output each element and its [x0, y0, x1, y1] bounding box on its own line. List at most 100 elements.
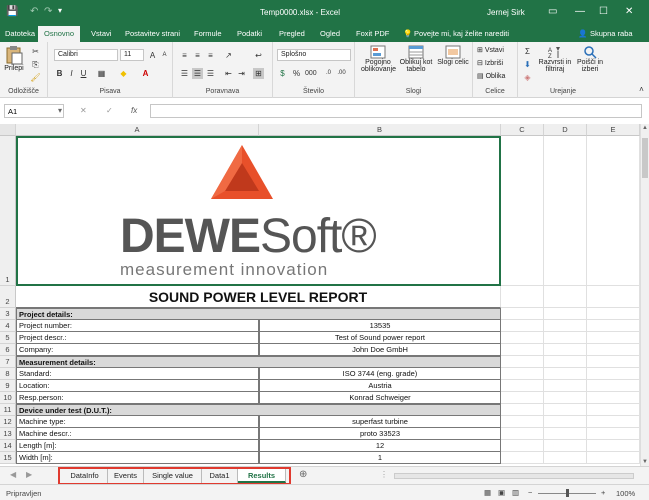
percent-icon[interactable]: %	[291, 68, 302, 79]
fill-color-icon[interactable]: ◆	[118, 68, 129, 79]
column-header-c[interactable]: C	[501, 124, 544, 136]
row-header[interactable]: 11	[0, 404, 16, 416]
column-header-e[interactable]: E	[587, 124, 640, 136]
normal-view-icon[interactable]: ▦	[484, 488, 491, 497]
shrink-font-icon[interactable]: A	[159, 50, 170, 61]
formula-input[interactable]	[150, 104, 642, 118]
cell[interactable]	[544, 286, 587, 308]
sheet-tab-data1[interactable]: Data1	[202, 469, 238, 483]
cell-styles-button[interactable]: Slogi celic	[437, 45, 469, 66]
zoom-level[interactable]: 100%	[616, 489, 635, 498]
bold-icon[interactable]: B	[54, 68, 65, 79]
cell[interactable]	[587, 368, 640, 380]
sort-filter-button[interactable]: AZ Razvrsti in filtriraj	[538, 45, 572, 73]
cell[interactable]	[544, 320, 587, 332]
user-name[interactable]: Jernej Sirk	[487, 8, 525, 17]
field-label[interactable]: Project descr.:	[16, 332, 259, 344]
cell[interactable]	[587, 136, 640, 286]
tab-home[interactable]: Osnovno	[38, 26, 81, 42]
cell[interactable]	[587, 428, 640, 440]
page-layout-view-icon[interactable]: ▣	[498, 488, 505, 497]
field-label[interactable]: Standard:	[16, 368, 259, 380]
tab-foxit-pdf[interactable]: Foxit PDF	[356, 29, 389, 38]
undo-icon[interactable]: ↶	[30, 6, 38, 17]
field-value[interactable]: Test of Sound power report	[259, 332, 501, 344]
field-label[interactable]: Resp.person:	[16, 392, 259, 404]
align-middle-icon[interactable]: ≡	[192, 50, 203, 61]
paste-button[interactable]: Prilepi	[3, 45, 25, 72]
cell[interactable]	[544, 308, 587, 320]
cell[interactable]	[544, 404, 587, 416]
row-header[interactable]: 6	[0, 344, 16, 356]
italic-icon[interactable]: I	[66, 68, 77, 79]
sheet-tab-datainfo[interactable]: DataInfo	[62, 469, 108, 483]
tab-view[interactable]: Ogled	[320, 29, 340, 38]
cut-icon[interactable]: ✂	[30, 46, 41, 57]
conditional-formatting-button[interactable]: Pogojno oblikovanje	[361, 45, 396, 73]
orientation-icon[interactable]: ↗	[223, 50, 234, 61]
cell[interactable]	[501, 320, 544, 332]
cell[interactable]	[587, 308, 640, 320]
tell-me-box[interactable]: Povejte mi, kaj želite narediti	[414, 29, 509, 38]
row-header[interactable]: 7	[0, 356, 16, 368]
font-name-select[interactable]: Calibri	[54, 49, 118, 61]
field-label[interactable]: Location:	[16, 380, 259, 392]
autosum-icon[interactable]: Σ	[522, 46, 533, 57]
tab-insert[interactable]: Vstavi	[91, 29, 111, 38]
sheet-tab-events[interactable]: Events	[108, 469, 144, 483]
scroll-down-icon[interactable]: ▼	[642, 459, 648, 465]
cell[interactable]	[587, 392, 640, 404]
sheet-tab-single-value[interactable]: Single value	[144, 469, 202, 483]
cell[interactable]	[501, 392, 544, 404]
clear-icon[interactable]: ◈	[522, 72, 533, 83]
cell[interactable]	[501, 440, 544, 452]
borders-icon[interactable]: ▦	[96, 68, 107, 79]
tab-split-icon[interactable]: ⋮	[380, 470, 388, 479]
close-icon[interactable]: ✕	[625, 6, 633, 17]
report-title[interactable]: SOUND POWER LEVEL REPORT	[16, 286, 501, 308]
format-painter-icon[interactable]: 🖌	[30, 72, 41, 83]
cell[interactable]	[544, 332, 587, 344]
minimize-icon[interactable]: —	[575, 6, 585, 17]
decrease-decimal-icon[interactable]: .00	[336, 68, 347, 79]
ribbon-display-icon[interactable]: ▭	[548, 6, 557, 17]
cell[interactable]	[587, 380, 640, 392]
merge-center-icon[interactable]: ⊞	[253, 68, 264, 79]
cell[interactable]	[544, 392, 587, 404]
align-bottom-icon[interactable]: ≡	[205, 50, 216, 61]
cell[interactable]	[587, 286, 640, 308]
column-header-b[interactable]: B	[259, 124, 501, 136]
collapse-ribbon-icon[interactable]: ˄	[636, 84, 647, 95]
row-header[interactable]: 10	[0, 392, 16, 404]
tab-page-layout[interactable]: Postavitev strani	[125, 29, 180, 38]
cancel-icon[interactable]: ✕	[80, 106, 87, 115]
field-value[interactable]: ISO 3744 (eng. grade)	[259, 368, 501, 380]
row-header[interactable]: 9	[0, 380, 16, 392]
insert-function-icon[interactable]: fx	[131, 106, 137, 115]
field-value[interactable]: John Doe GmbH	[259, 344, 501, 356]
field-label[interactable]: Machine descr.:	[16, 428, 259, 440]
insert-cells-button[interactable]: ⊞ Vstavi	[477, 46, 504, 54]
select-all-corner[interactable]	[0, 124, 16, 136]
add-sheet-icon[interactable]: ⊕	[299, 469, 307, 480]
cell[interactable]	[544, 368, 587, 380]
cell[interactable]	[587, 416, 640, 428]
cell[interactable]	[544, 428, 587, 440]
row-header[interactable]: 8	[0, 368, 16, 380]
logo-cell[interactable]: DEWESoft® measurement innovation	[16, 136, 501, 286]
font-size-select[interactable]: 11	[120, 49, 144, 61]
field-label[interactable]: Length [m]:	[16, 440, 259, 452]
field-label[interactable]: Company:	[16, 344, 259, 356]
cell[interactable]	[587, 332, 640, 344]
cell[interactable]	[544, 452, 587, 464]
cell[interactable]	[501, 356, 544, 368]
row-header[interactable]: 15	[0, 452, 16, 464]
row-header[interactable]: 14	[0, 440, 16, 452]
scroll-sheets-left-icon[interactable]: ◀	[10, 470, 16, 479]
sheet-tab-results[interactable]: Results	[238, 469, 286, 483]
format-cells-button[interactable]: ▤ Oblika	[477, 72, 505, 80]
tab-review[interactable]: Pregled	[279, 29, 305, 38]
zoom-out-icon[interactable]: −	[528, 488, 532, 497]
scroll-thumb[interactable]	[642, 138, 648, 178]
align-center-icon[interactable]: ☰	[192, 68, 203, 79]
